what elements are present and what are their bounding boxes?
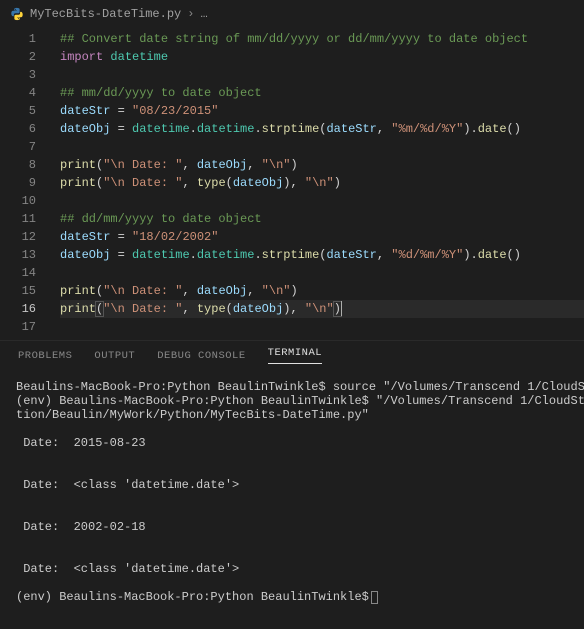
code-line[interactable]: dateObj = datetime.datetime.strptime(dat… — [60, 120, 584, 138]
code-line[interactable] — [60, 264, 584, 282]
line-number: 6 — [0, 120, 36, 138]
terminal-line: Date: 2002-02-18 — [16, 520, 568, 534]
terminal-line — [16, 534, 568, 548]
terminal-line: Date: <class 'datetime.date'> — [16, 562, 568, 576]
terminal-line — [16, 506, 568, 520]
panel-tab-output[interactable]: OUTPUT — [94, 350, 135, 362]
code-line[interactable]: ## mm/dd/yyyy to date object — [60, 84, 584, 102]
python-file-icon — [10, 7, 24, 21]
terminal-line: Beaulins-MacBook-Pro:Python BeaulinTwink… — [16, 380, 568, 394]
code-line[interactable]: ## Convert date string of mm/dd/yyyy or … — [60, 30, 584, 48]
code-area[interactable]: ## Convert date string of mm/dd/yyyy or … — [46, 28, 584, 340]
panel-tab-problems[interactable]: PROBLEMS — [18, 350, 72, 362]
code-line[interactable] — [60, 138, 584, 156]
line-number: 5 — [0, 102, 36, 120]
code-line[interactable]: dateStr = "08/23/2015" — [60, 102, 584, 120]
code-line[interactable]: print("\n Date: ", type(dateObj), "\n") — [60, 174, 584, 192]
line-number: 7 — [0, 138, 36, 156]
panel-tab-terminal[interactable]: TERMINAL — [268, 347, 322, 364]
line-number-gutter: 1234567891011121314151617 — [0, 28, 46, 340]
terminal-line — [16, 492, 568, 506]
code-line[interactable] — [60, 192, 584, 210]
line-number: 3 — [0, 66, 36, 84]
terminal-line: Date: 2015-08-23 — [16, 436, 568, 450]
breadcrumb-more[interactable]: … — [200, 7, 207, 21]
line-number: 17 — [0, 318, 36, 336]
line-number: 11 — [0, 210, 36, 228]
line-number: 2 — [0, 48, 36, 66]
terminal-output[interactable]: Beaulins-MacBook-Pro:Python BeaulinTwink… — [0, 370, 584, 629]
line-number: 8 — [0, 156, 36, 174]
text-cursor — [341, 301, 342, 316]
code-editor[interactable]: 1234567891011121314151617 ## Convert dat… — [0, 28, 584, 340]
code-line[interactable]: print("\n Date: ", dateObj, "\n") — [60, 282, 584, 300]
terminal-line — [16, 422, 568, 436]
breadcrumb-file[interactable]: MyTecBits-DateTime.py — [30, 7, 181, 21]
code-line[interactable]: dateStr = "18/02/2002" — [60, 228, 584, 246]
line-number: 9 — [0, 174, 36, 192]
terminal-line — [16, 576, 568, 590]
code-line[interactable]: dateObj = datetime.datetime.strptime(dat… — [60, 246, 584, 264]
terminal-line: (env) Beaulins-MacBook-Pro:Python Beauli… — [16, 394, 568, 408]
terminal-line: (env) Beaulins-MacBook-Pro:Python Beauli… — [16, 590, 568, 604]
code-line[interactable]: print("\n Date: ", dateObj, "\n") — [60, 156, 584, 174]
terminal-line: tion/Beaulin/MyWork/Python/MyTecBits-Dat… — [16, 408, 568, 422]
terminal-cursor — [371, 591, 378, 604]
panel-tab-debug-console[interactable]: DEBUG CONSOLE — [157, 350, 245, 362]
line-number: 10 — [0, 192, 36, 210]
line-number: 1 — [0, 30, 36, 48]
panel-tabs: PROBLEMS OUTPUT DEBUG CONSOLE TERMINAL — [0, 340, 584, 370]
line-number: 14 — [0, 264, 36, 282]
code-line[interactable]: import datetime — [60, 48, 584, 66]
breadcrumb: MyTecBits-DateTime.py › … — [0, 0, 584, 28]
terminal-line: Date: <class 'datetime.date'> — [16, 478, 568, 492]
code-line[interactable]: print("\n Date: ", type(dateObj), "\n") — [60, 300, 584, 318]
chevron-right-icon: › — [187, 7, 194, 21]
line-number: 13 — [0, 246, 36, 264]
line-number: 15 — [0, 282, 36, 300]
code-line[interactable] — [60, 318, 584, 336]
line-number: 12 — [0, 228, 36, 246]
terminal-line — [16, 464, 568, 478]
terminal-line — [16, 450, 568, 464]
line-number: 16 — [0, 300, 36, 318]
line-number: 4 — [0, 84, 36, 102]
code-line[interactable]: ## dd/mm/yyyy to date object — [60, 210, 584, 228]
terminal-line — [16, 548, 568, 562]
code-line[interactable] — [60, 66, 584, 84]
